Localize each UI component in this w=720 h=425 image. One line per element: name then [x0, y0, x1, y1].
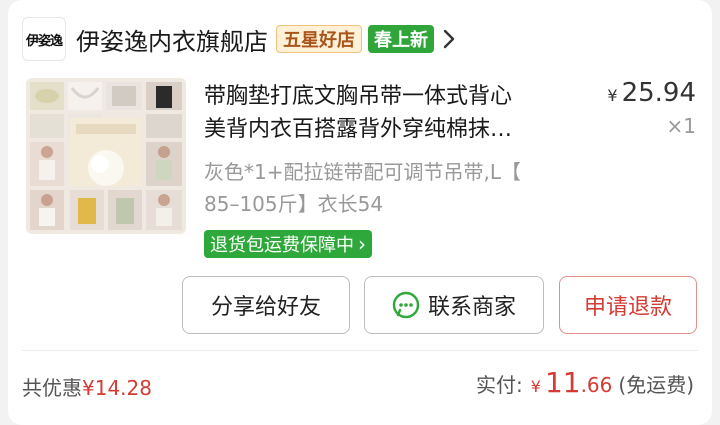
free-shipping-note: (免运费): [618, 373, 694, 397]
return-shipping-insurance-tag[interactable]: 退货包运费保障中 ›: [204, 230, 372, 258]
share-with-friend-button[interactable]: 分享给好友: [182, 276, 350, 334]
contact-seller-label: 联系商家: [427, 294, 516, 319]
price-currency-symbol: ¥: [607, 86, 618, 105]
paid-amount-decimal: .66: [580, 373, 613, 397]
store-header[interactable]: 伊姿逸 伊姿逸内衣旗舰店 五星好店 春上新: [22, 16, 462, 62]
amount-paid: 实付: ¥ 11 .66 (免运费): [476, 366, 694, 399]
contact-seller-button[interactable]: 联系商家: [364, 276, 544, 334]
divider: [22, 350, 698, 351]
five-star-store-badge: 五星好店: [276, 25, 362, 53]
store-name[interactable]: 伊姿逸内衣旗舰店: [76, 22, 268, 57]
variant-line-2: 85–105斤】衣长54: [204, 192, 384, 216]
request-refund-button[interactable]: 申请退款: [559, 276, 697, 334]
chat-bubble-icon: [392, 291, 420, 319]
product-title-line-1: 带胸垫打底文胸吊带一体式背心: [204, 84, 513, 109]
variant-line-1: 灰色*1+配拉链带配可调节吊带,L【: [204, 160, 521, 184]
product-title-line-2: 美背内衣百搭露背外穿纯棉抹…: [204, 117, 513, 142]
product-price: ¥25.94: [607, 78, 696, 108]
discount-amount: ¥14.28: [82, 376, 152, 400]
service-tag-arrow: ›: [358, 232, 366, 256]
paid-amount-integer: 11: [544, 366, 581, 399]
paid-currency-symbol: ¥: [530, 377, 541, 396]
order-card: 伊姿逸 伊姿逸内衣旗舰店 五星好店 春上新 带胸垫打底文胸吊带一体式背心 美背内…: [8, 0, 712, 425]
product-variant: 灰色*1+配拉链带配可调节吊带,L【 85–105斤】衣长54: [204, 156, 604, 220]
store-logo: 伊姿逸: [22, 17, 66, 61]
product-thumbnail[interactable]: [26, 78, 186, 234]
service-tag-label: 退货包运费保障中: [210, 235, 354, 256]
discount-label: 共优惠: [22, 376, 82, 400]
product-title[interactable]: 带胸垫打底文胸吊带一体式背心 美背内衣百搭露背外穿纯棉抹…: [204, 80, 604, 146]
paid-label: 实付:: [476, 373, 523, 397]
chevron-right-icon[interactable]: [442, 25, 462, 53]
total-discount: 共优惠¥14.28: [22, 372, 152, 401]
product-quantity: ×1: [666, 114, 696, 138]
spring-new-badge: 春上新: [368, 25, 434, 53]
price-value: 25.94: [621, 78, 696, 108]
